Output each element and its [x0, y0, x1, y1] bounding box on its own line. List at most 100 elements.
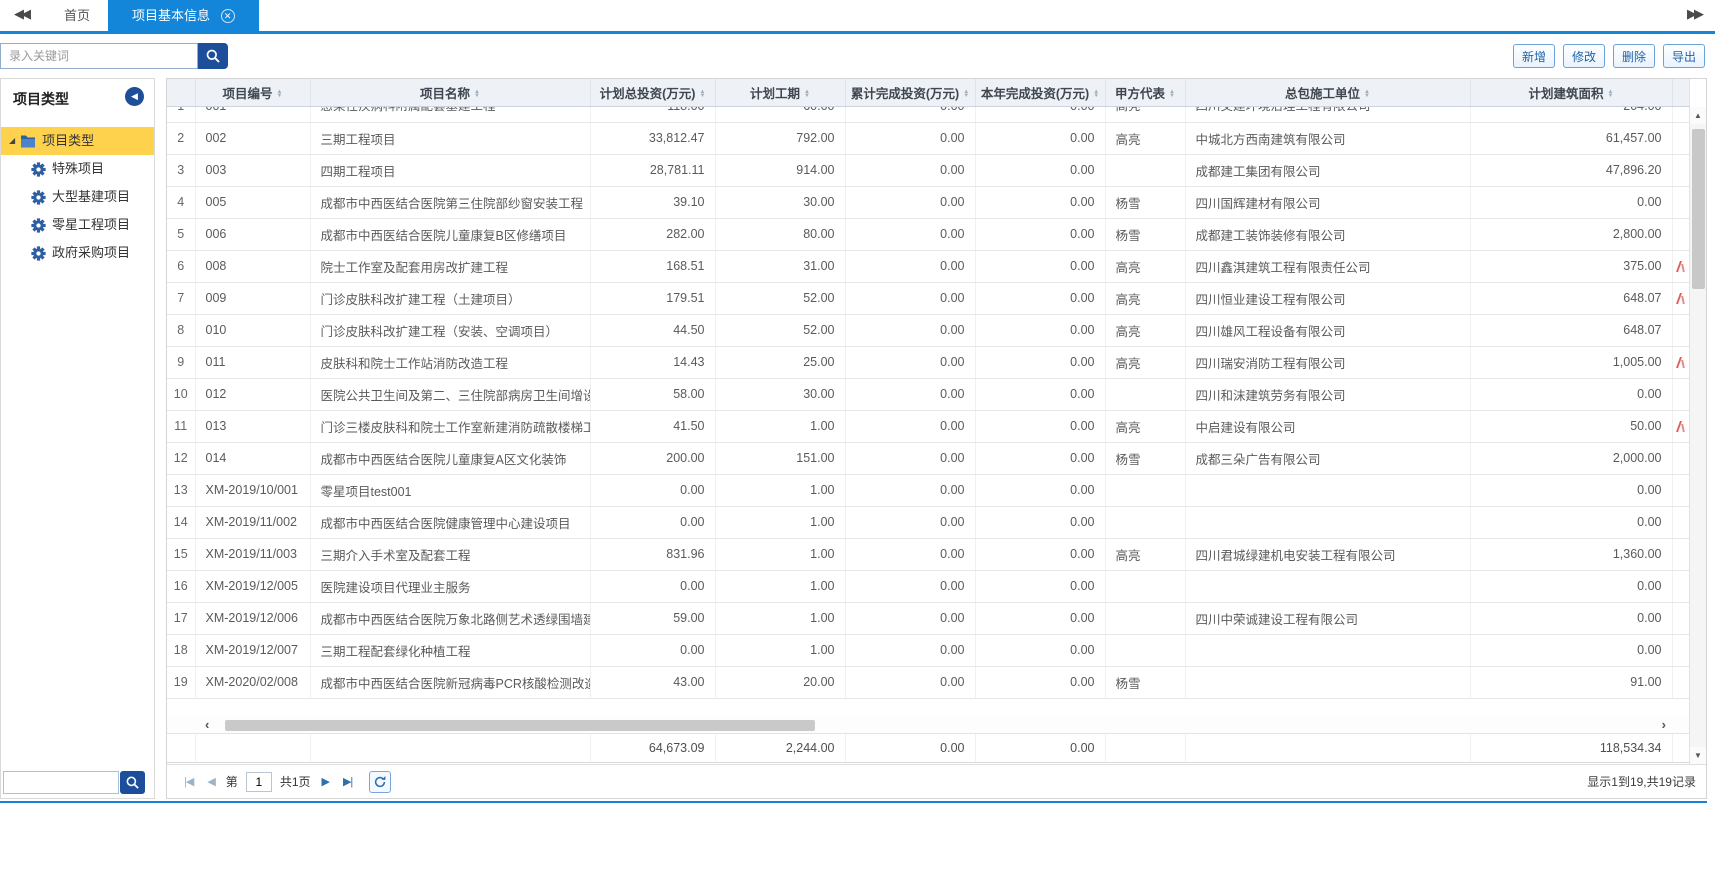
- vertical-scrollbar[interactable]: ▲ ▼: [1689, 107, 1706, 764]
- sort-icon[interactable]: ▲▼: [1608, 90, 1614, 98]
- cell-n: 3: [167, 154, 195, 186]
- total-blank: [310, 734, 590, 763]
- cell-code: 003: [195, 154, 310, 186]
- cell-name: 成都市中西医结合医院新冠病毒PCR核酸检测改造项目: [310, 666, 590, 698]
- delete-button[interactable]: 删除: [1613, 44, 1655, 68]
- hscroll-thumb[interactable]: [225, 720, 815, 731]
- pager-next-icon[interactable]: ▶: [322, 775, 329, 788]
- tree-node-large-infrastructure[interactable]: 大型基建项目: [1, 183, 154, 211]
- pager-bar: |◀ ◀ 第 共1页 ▶ ▶| 显示1到19,共19记录: [167, 764, 1706, 798]
- table-row[interactable]: 9011皮肤科和院士工作站消防改造工程14.4325.000.000.00高亮四…: [167, 346, 1689, 378]
- pager-last-icon[interactable]: ▶|: [343, 775, 352, 788]
- cell-code: XM-2019/11/003: [195, 538, 310, 570]
- column-header-invest[interactable]: 计划总投资(万元)▲▼: [590, 79, 715, 106]
- export-button[interactable]: 导出: [1663, 44, 1705, 68]
- pager-prev-icon[interactable]: ◀: [207, 775, 214, 788]
- cell-invest: 118.00: [590, 107, 715, 123]
- tree-expand-icon[interactable]: ◢: [9, 127, 15, 155]
- sidebar-search-input[interactable]: [3, 771, 119, 794]
- table-row[interactable]: 5006成都市中西医结合医院儿童康复B区修缮项目282.0080.000.000…: [167, 218, 1689, 250]
- column-header-code[interactable]: 项目编号▲▼: [195, 79, 310, 106]
- table-row[interactable]: 12014成都市中西医结合医院儿童康复A区文化装饰200.00151.000.0…: [167, 442, 1689, 474]
- sidebar-collapse-button[interactable]: ◀: [125, 87, 144, 106]
- table-row[interactable]: 17XM-2019/12/006成都市中西医结合医院万象北路侧艺术透绿围墙建设项…: [167, 602, 1689, 634]
- cell-clip: [1672, 538, 1689, 570]
- column-header-year[interactable]: 本年完成投资(万元) ▲▼: [975, 79, 1105, 106]
- column-header-label: 计划工期: [750, 87, 800, 101]
- table-row[interactable]: 11013门诊三楼皮肤科和院士工作室新建消防疏散楼梯工程41.501.000.0…: [167, 410, 1689, 442]
- cell-contractor: 成都建工装饰装修有限公司: [1185, 218, 1470, 250]
- table-row[interactable]: 8010门诊皮肤科改扩建工程（安装、空调项目）44.5052.000.000.0…: [167, 314, 1689, 346]
- tree-node-government-procurement[interactable]: 政府采购项目: [1, 239, 154, 267]
- table-row[interactable]: 10012医院公共卫生间及第二、三住院部病房卫生间增设病人轨道工程58.0030…: [167, 378, 1689, 410]
- cell-cum: 0.00: [845, 666, 975, 698]
- keyword-search-input[interactable]: [0, 43, 198, 69]
- vscroll-down-icon[interactable]: ▼: [1690, 747, 1706, 764]
- keyword-search-button[interactable]: [198, 43, 228, 69]
- table-row[interactable]: 2002三期工程项目33,812.47792.000.000.00高亮中城北方西…: [167, 122, 1689, 154]
- cell-n: 1: [167, 107, 195, 123]
- pager-refresh-button[interactable]: [369, 771, 391, 793]
- hscroll-right-icon[interactable]: ›: [1662, 717, 1666, 733]
- page-number-input[interactable]: [246, 772, 272, 792]
- table-row[interactable]: 19XM-2020/02/008成都市中西医结合医院新冠病毒PCR核酸检测改造项…: [167, 666, 1689, 698]
- sort-icon[interactable]: ▲▼: [1364, 90, 1370, 98]
- tab-bar: ◀◀ 首页 项目基本信息 ✕ ▶▶: [0, 0, 1715, 34]
- tab-project-basic-info[interactable]: 项目基本信息 ✕: [108, 0, 259, 31]
- cell-invest: 39.10: [590, 186, 715, 218]
- sort-icon[interactable]: ▲▼: [1169, 90, 1175, 98]
- table-row[interactable]: 16XM-2019/12/005医院建设项目代理业主服务0.001.000.00…: [167, 570, 1689, 602]
- column-header-duration[interactable]: 计划工期 ▲▼: [715, 79, 845, 106]
- table-row[interactable]: 14XM-2019/11/002成都市中西医结合医院健康管理中心建设项目0.00…: [167, 506, 1689, 538]
- table-row[interactable]: 13XM-2019/10/001零星项目test0010.001.000.000…: [167, 474, 1689, 506]
- table-row[interactable]: 6008院士工作室及配套用房改扩建工程168.5131.000.000.00高亮…: [167, 250, 1689, 282]
- cell-duration: 60.00: [715, 107, 845, 123]
- horizontal-scrollbar[interactable]: ‹ ›: [167, 717, 1706, 734]
- tabs-scroll-right-icon[interactable]: ▶▶: [1677, 6, 1711, 22]
- sort-icon[interactable]: ▲▼: [699, 90, 705, 98]
- column-header-area[interactable]: 计划建筑面积▲▼: [1470, 79, 1672, 106]
- edit-button[interactable]: 修改: [1563, 44, 1605, 68]
- column-header-label: 本年完成投资(万元): [981, 87, 1089, 101]
- column-header-label: 总包施工单位: [1285, 87, 1360, 101]
- sidebar-searchbox: [3, 771, 145, 794]
- cell-invest: 0.00: [590, 474, 715, 506]
- cell-year: 0.00: [975, 538, 1105, 570]
- sort-icon[interactable]: ▲▼: [474, 90, 480, 98]
- column-header-contractor[interactable]: 总包施工单位 ▲▼: [1185, 79, 1470, 106]
- cell-code: 012: [195, 378, 310, 410]
- column-header-name[interactable]: 项目名称▲▼: [310, 79, 590, 106]
- cell-contractor: 四川和沫建筑劳务有限公司: [1185, 378, 1470, 410]
- column-header-rep[interactable]: 甲方代表▲▼: [1105, 79, 1185, 106]
- table-row[interactable]: 18XM-2019/12/007三期工程配套绿化种植工程0.001.000.00…: [167, 634, 1689, 666]
- cell-cum: 0.00: [845, 154, 975, 186]
- sort-icon[interactable]: ▲▼: [963, 90, 969, 98]
- sort-icon[interactable]: ▲▼: [804, 90, 810, 98]
- cell-n: 9: [167, 346, 195, 378]
- sort-icon[interactable]: ▲▼: [277, 90, 283, 98]
- cell-code: 011: [195, 346, 310, 378]
- tree-node-root[interactable]: ◢ 项目类型: [1, 127, 154, 155]
- tree-node-minor-works[interactable]: 零星工程项目: [1, 211, 154, 239]
- column-header-cum[interactable]: 累计完成投资(万元)▲▼: [845, 79, 975, 106]
- sidebar-header: 项目类型 ◀: [1, 79, 154, 117]
- table-row[interactable]: 3003四期工程项目28,781.11914.000.000.00成都建工集团有…: [167, 154, 1689, 186]
- tab-close-icon[interactable]: ✕: [221, 9, 235, 23]
- cell-clip: [1672, 218, 1689, 250]
- tab-home[interactable]: 首页: [40, 0, 114, 31]
- vscroll-thumb[interactable]: [1692, 129, 1705, 289]
- table-row[interactable]: 1001感染性疾病科附属配套基建工程118.0060.000.000.00高亮四…: [167, 107, 1689, 123]
- cell-name: 皮肤科和院士工作站消防改造工程: [310, 346, 590, 378]
- add-button[interactable]: 新增: [1513, 44, 1555, 68]
- vscroll-up-icon[interactable]: ▲: [1690, 107, 1706, 124]
- pager-first-icon[interactable]: |◀: [184, 775, 193, 788]
- tree-node-special-project[interactable]: 特殊项目: [1, 155, 154, 183]
- table-row[interactable]: 4005成都市中西医结合医院第三住院部纱窗安装工程39.1030.000.000…: [167, 186, 1689, 218]
- tabs-scroll-left-icon[interactable]: ◀◀: [4, 6, 38, 22]
- sort-icon[interactable]: ▲▼: [1093, 90, 1099, 98]
- cell-name: 三期工程配套绿化种植工程: [310, 634, 590, 666]
- table-row[interactable]: 7009门诊皮肤科改扩建工程（土建项目）179.5152.000.000.00高…: [167, 282, 1689, 314]
- hscroll-left-icon[interactable]: ‹: [205, 717, 209, 733]
- table-row[interactable]: 15XM-2019/11/003三期介入手术室及配套工程831.961.000.…: [167, 538, 1689, 570]
- sidebar-search-button[interactable]: [120, 771, 145, 794]
